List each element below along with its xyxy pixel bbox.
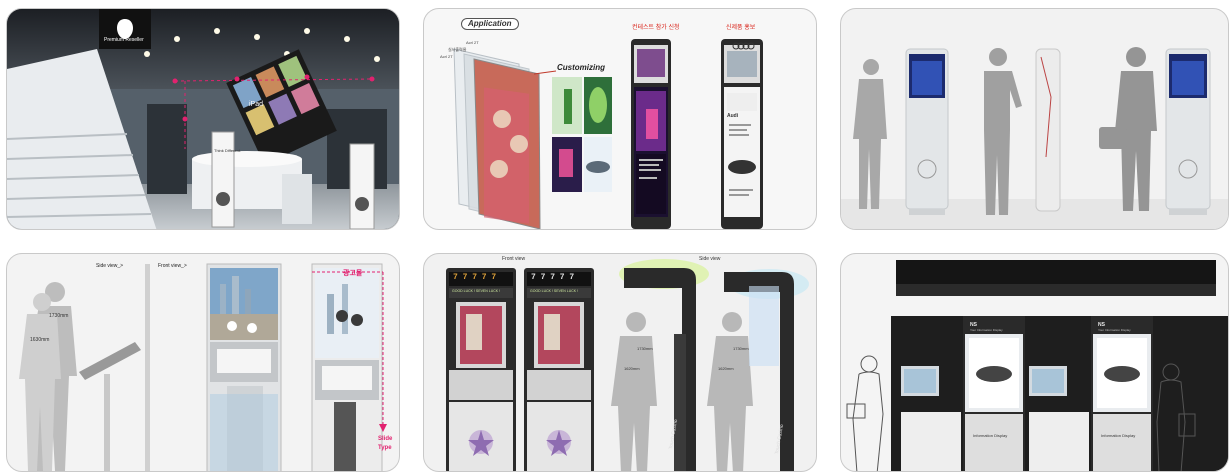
panel-kiosk-row <box>840 8 1229 230</box>
banner-text-right: GOOD LUCK ! SEVEN LUCK ! <box>530 289 579 293</box>
brand-line2-right: Your Information Display <box>1098 328 1131 332</box>
panel-dimensions: Side view_> Front view_> 1730mm 1630mm 광… <box>6 253 400 472</box>
heading-new-product: 신제품 홍보 <box>726 25 756 31</box>
casino-kiosk-illustration <box>446 259 809 471</box>
digit-display-left: 7 7 7 7 7 <box>453 273 497 282</box>
dimensions-illustration <box>19 263 387 471</box>
front-view-label: Front view <box>502 256 526 262</box>
side-view-label: Side view <box>699 256 721 262</box>
footer-label-right: Information Display <box>1101 433 1136 438</box>
type-label: Type <box>378 445 392 451</box>
ipad-label: iPad <box>249 101 264 108</box>
side-view-label: Side view_> <box>96 263 124 269</box>
height-bottom-right: 1620mm <box>718 366 734 371</box>
front-view-label: Front view_> <box>158 263 187 269</box>
application-badge: Application <box>461 18 519 30</box>
ad-tag-label: 광고물 <box>343 270 363 277</box>
think-different-label: Think Different. <box>214 148 242 153</box>
store-interior-illustration <box>7 9 399 229</box>
slide-label: Slide <box>378 436 393 442</box>
panel-store-photo: Premium Reseller iPad Think Different. <box>6 8 400 230</box>
panel-info-display: NS Your Information Display NS Your Info… <box>840 253 1229 472</box>
info-display-illustration <box>846 260 1228 471</box>
banner-text-left: GOOD LUCK ! SEVEN LUCK ! <box>452 289 501 293</box>
reseller-label: Premium Reseller <box>104 37 144 43</box>
layer-label-1: Acrl 2T <box>466 40 479 45</box>
height-bottom-left: 1620mm <box>624 366 640 371</box>
audi-label: Audi <box>727 113 739 119</box>
layer-label-3: Acrl 2T <box>440 54 453 59</box>
layer-label-2: 실사출력물 <box>448 47 467 52</box>
kiosk-row-illustration <box>841 47 1228 229</box>
height-top-right: 1730mm <box>733 346 749 351</box>
customizing-label: Customizing <box>557 63 605 72</box>
panel-application: Application Customizing Acrl 2T 실사출력물 Ac… <box>423 8 817 230</box>
brand-line2-left: Your Information Display <box>970 328 1003 332</box>
heading-contest: 컨테스트 참가 신청 <box>632 25 680 31</box>
panel-casino: Front view Side view 7 7 7 7 7 7 7 7 7 7… <box>423 253 817 472</box>
height-top-label: 1730mm <box>49 313 69 319</box>
digit-display-right: 7 7 7 7 7 <box>531 273 575 282</box>
height-bottom-label: 1630mm <box>30 337 50 343</box>
height-top-left: 1730mm <box>637 346 653 351</box>
application-illustration <box>453 39 763 229</box>
footer-label-left: Information Display <box>973 433 1008 438</box>
